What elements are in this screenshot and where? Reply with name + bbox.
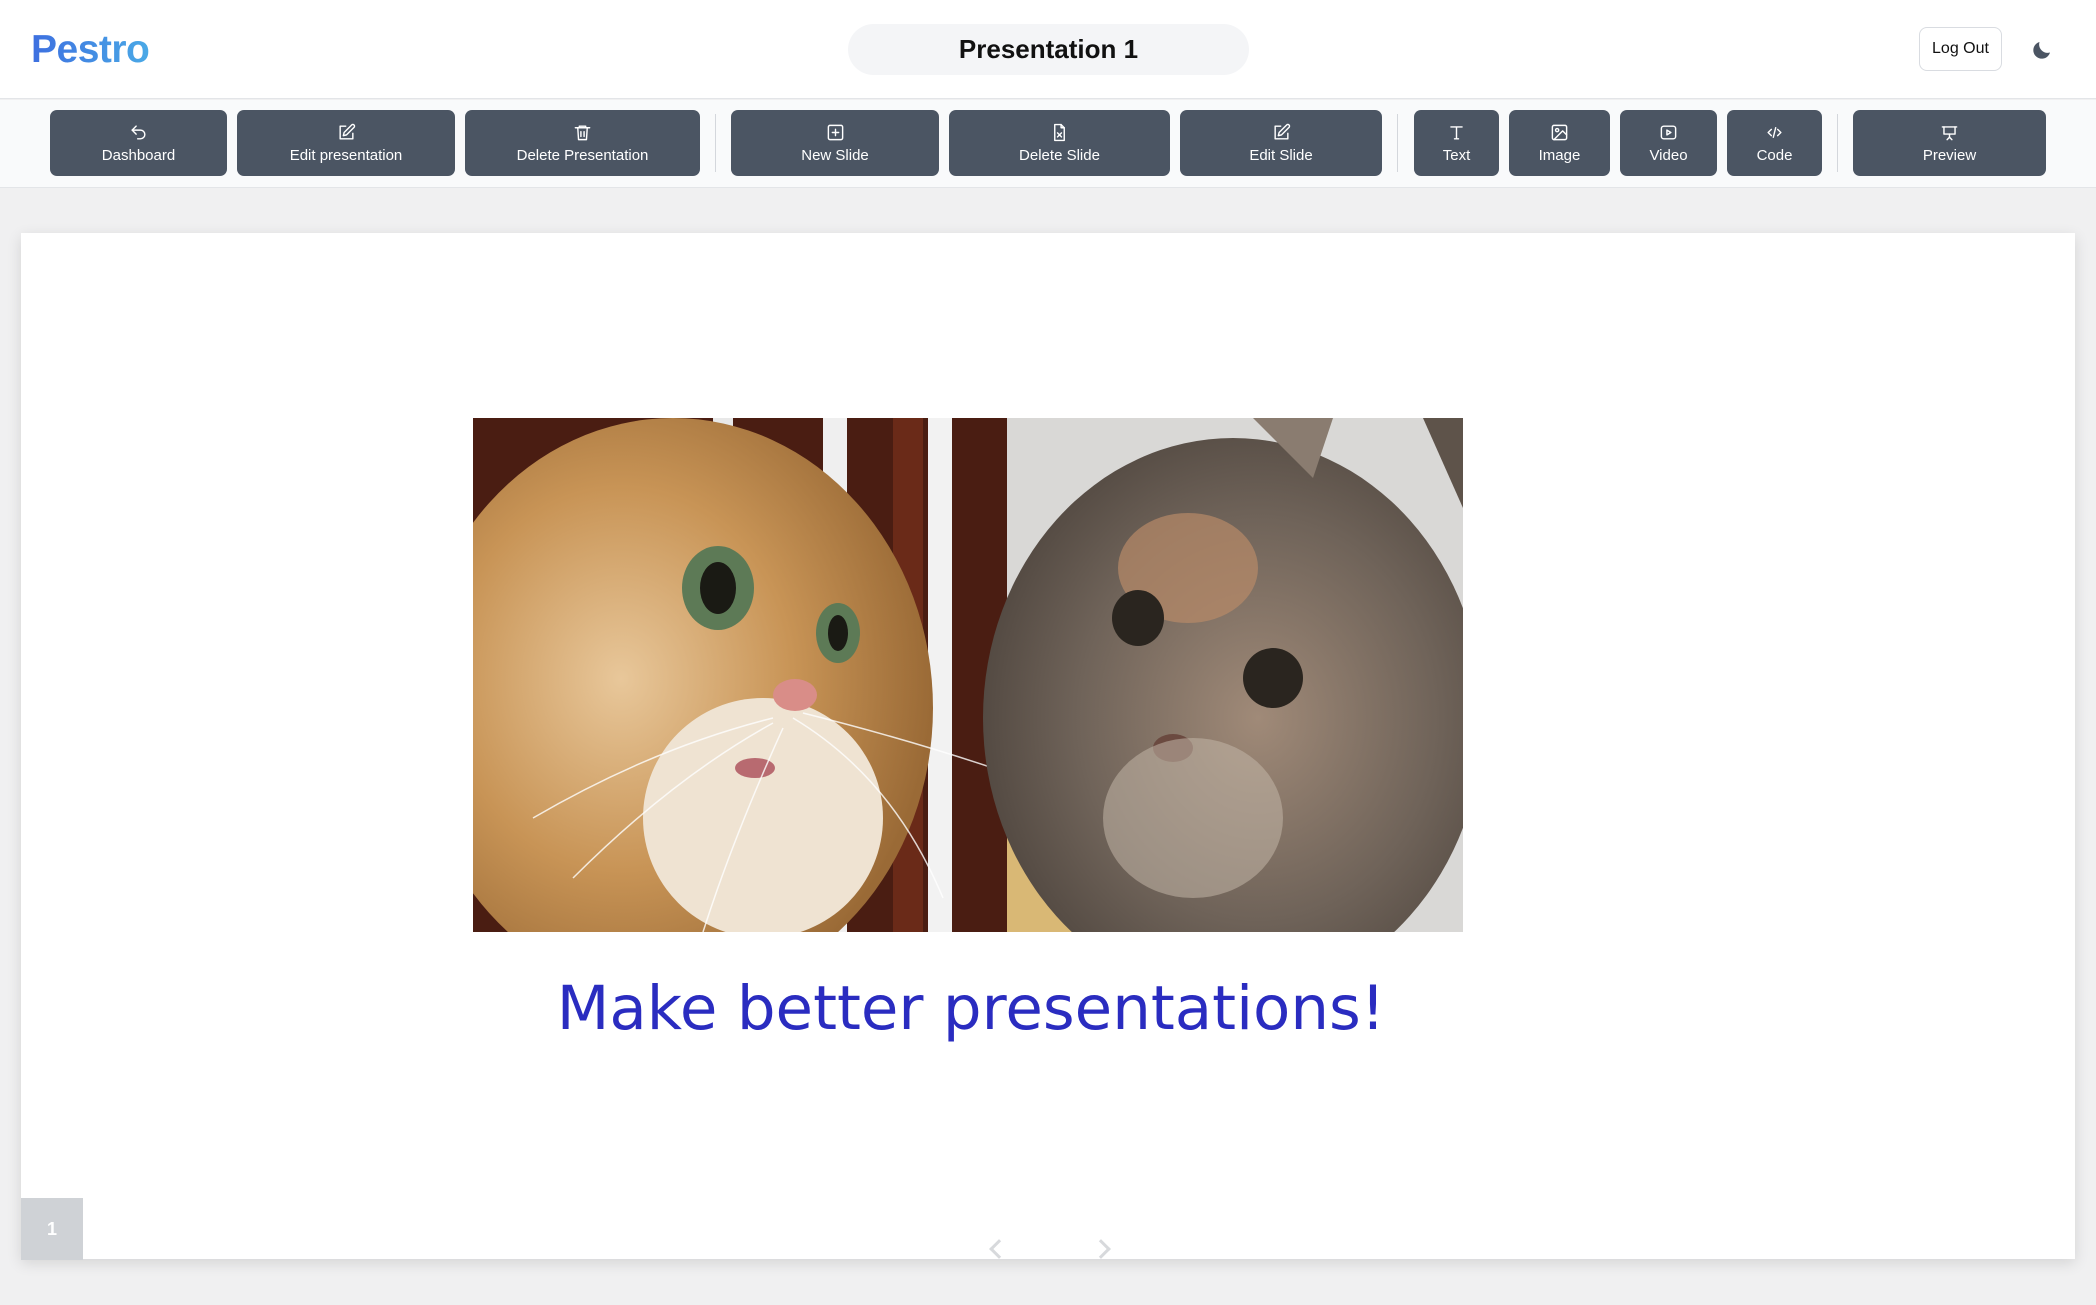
toolbar-divider [1837,114,1838,172]
slide-text-box[interactable]: Make better presentations! [21,973,1921,1044]
add-image-button[interactable]: Image [1509,110,1610,176]
add-code-button[interactable]: Code [1727,110,1822,176]
add-text-label: Text [1442,146,1471,164]
edit-slide-button[interactable]: Edit Slide [1180,110,1382,176]
new-slide-button[interactable]: New Slide [731,110,939,176]
toolbar-divider [1397,114,1398,172]
moon-icon[interactable] [2030,38,2054,62]
edit-slide-label: Edit Slide [1249,146,1313,164]
video-icon [1660,124,1677,140]
presentation-title[interactable]: Presentation 1 [848,24,1249,75]
undo-icon [131,124,146,140]
file-x-icon [1054,123,1065,141]
preview-button[interactable]: Preview [1853,110,2046,176]
add-image-label: Image [1538,146,1581,164]
cats-photo [473,418,1463,932]
trash-icon [574,124,591,140]
code-icon [1767,126,1782,138]
slide-number-badge: 1 [21,1198,83,1260]
dashboard-button[interactable]: Dashboard [50,110,227,176]
logout-button[interactable]: Log Out [1919,27,2002,71]
dashboard-label: Dashboard [101,146,176,164]
plus-square-icon [827,124,843,140]
edit-presentation-button[interactable]: Edit presentation [237,110,455,176]
toolbar-divider [715,114,716,172]
add-text-button[interactable]: Text [1414,110,1499,176]
image-icon [1551,124,1568,140]
edit-icon [338,123,355,140]
delete-presentation-label: Delete Presentation [516,146,649,164]
app-logo[interactable]: Pestro [31,28,150,72]
add-video-button[interactable]: Video [1620,110,1717,176]
slide-canvas[interactable]: Make better presentations! 1 [21,233,2075,1260]
text-icon [1450,125,1463,140]
new-slide-label: New Slide [801,146,869,164]
slide-image[interactable] [473,418,1463,932]
edit-icon [1273,123,1290,140]
editor-toolbar: Dashboard Edit presentation Delete Prese… [0,100,2096,188]
preview-label: Preview [1922,146,1977,164]
app-header: Pestro Presentation 1 Log Out [0,0,2096,99]
delete-presentation-button[interactable]: Delete Presentation [465,110,700,176]
add-video-label: Video [1649,146,1688,164]
delete-slide-button[interactable]: Delete Slide [949,110,1170,176]
presentation-icon [1941,125,1958,140]
delete-slide-label: Delete Slide [1019,146,1100,164]
add-code-label: Code [1756,146,1793,164]
edit-presentation-label: Edit presentation [289,146,403,164]
